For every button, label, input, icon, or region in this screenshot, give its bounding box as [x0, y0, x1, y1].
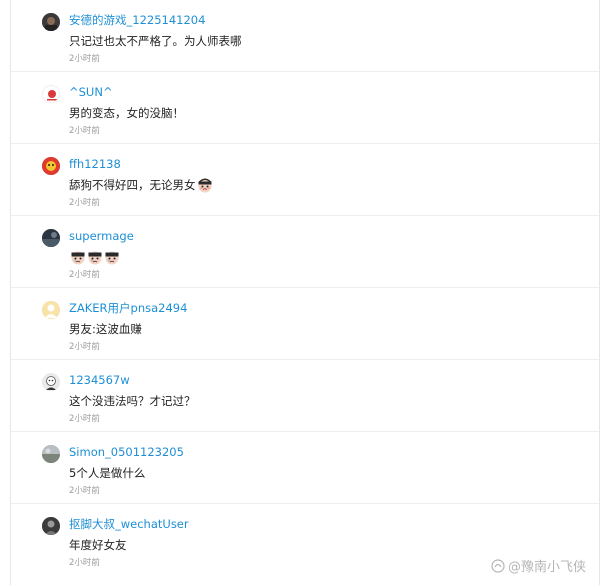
- angry-face-emoji-icon: [197, 177, 213, 193]
- avatar[interactable]: [42, 373, 60, 391]
- comment-username[interactable]: ZAKER用户pnsa2494: [69, 300, 187, 316]
- dark-photo-avatar-icon: [42, 229, 60, 247]
- avatar[interactable]: [42, 301, 60, 319]
- comment-username[interactable]: ^SUN^: [69, 84, 113, 100]
- avatar[interactable]: [42, 13, 60, 31]
- comment-username[interactable]: 安德的游戏_1225141204: [69, 12, 205, 28]
- watermark-text: @豫南小飞侠: [507, 560, 586, 575]
- comment-item: 安德的游戏_1225141204 只记过也太不严格了。为人师表哪 2小时前: [11, 0, 599, 72]
- landscape-avatar-icon: [42, 445, 60, 463]
- comment-text: 男的变态，女的没脑！: [69, 106, 184, 120]
- comment-username[interactable]: 1234567w: [69, 372, 130, 388]
- comment-item: 1234567w 这个没违法吗？才记过？ 2小时前: [11, 360, 599, 432]
- dark-person-avatar-icon: [42, 517, 60, 535]
- comment-username[interactable]: 抠脚大叔_wechatUser: [69, 516, 189, 532]
- comment-text: 年度好女友: [69, 538, 127, 552]
- comment-text-wrap: 5个人是做什么: [69, 465, 145, 481]
- comment-text: 这个没违法吗？才记过？: [69, 394, 196, 408]
- comment-text-wrap: 男的变态，女的没脑！: [69, 105, 184, 121]
- comment-username[interactable]: ffh12138: [69, 156, 121, 172]
- cartoon-avatar-icon: [42, 373, 60, 391]
- comment-text-wrap: 男友:这波血赚: [69, 321, 142, 337]
- watermark: @豫南小飞侠: [491, 556, 586, 575]
- avatar[interactable]: [42, 517, 60, 535]
- avatar[interactable]: [42, 445, 60, 463]
- comment-time: 2小时前: [69, 270, 100, 280]
- comment-time: 2小时前: [69, 414, 100, 424]
- red-logo-avatar-icon: [43, 86, 59, 102]
- comment-username[interactable]: supermage: [69, 228, 134, 244]
- comment-time: 2小时前: [69, 198, 100, 208]
- comment-item: Simon_0501123205 5个人是做什么 2小时前: [11, 432, 599, 504]
- sad-face-emoji-icon: [87, 249, 103, 265]
- comment-text-wrap: 舔狗不得好四，无论男女: [69, 177, 213, 193]
- avatar[interactable]: [42, 229, 60, 247]
- comment-item: supermage 2小时前: [11, 216, 599, 288]
- sad-face-emoji-icon: [70, 249, 86, 265]
- comment-text: 男友:这波血赚: [69, 322, 142, 336]
- comment-time: 2小时前: [69, 126, 100, 136]
- comment-item: ZAKER用户pnsa2494 男友:这波血赚 2小时前: [11, 288, 599, 360]
- comment-time: 2小时前: [69, 54, 100, 64]
- comment-text: 只记过也太不严格了。为人师表哪: [69, 34, 242, 48]
- comment-text-wrap: 这个没违法吗？才记过？: [69, 393, 196, 409]
- avatar[interactable]: [42, 157, 60, 175]
- comment-text-wrap: 年度好女友: [69, 537, 127, 553]
- watermark-logo-icon: [491, 558, 505, 573]
- comment-time: 2小时前: [69, 342, 100, 352]
- comment-time: 2小时前: [69, 558, 100, 568]
- sad-face-emoji-icon: [104, 249, 120, 265]
- comment-list: 安德的游戏_1225141204 只记过也太不严格了。为人师表哪 2小时前 ^S…: [10, 0, 600, 585]
- yellow-default-avatar-icon: [42, 301, 60, 319]
- comment-text: 5个人是做什么: [69, 466, 146, 480]
- comment-text-wrap: 只记过也太不严格了。为人师表哪: [69, 33, 242, 49]
- avatar[interactable]: [42, 85, 60, 103]
- comment-item: ^SUN^ 男的变态，女的没脑！ 2小时前: [11, 72, 599, 144]
- comment-item: ffh12138 舔狗不得好四，无论男女 2小时前: [11, 144, 599, 216]
- photo-dark-avatar-icon: [42, 13, 60, 31]
- comment-time: 2小时前: [69, 486, 100, 496]
- comment-username[interactable]: Simon_0501123205: [69, 444, 184, 460]
- comment-text-wrap: [69, 249, 120, 265]
- comment-text: 舔狗不得好四，无论男女: [69, 178, 196, 192]
- red-yellow-avatar-icon: [42, 157, 60, 175]
